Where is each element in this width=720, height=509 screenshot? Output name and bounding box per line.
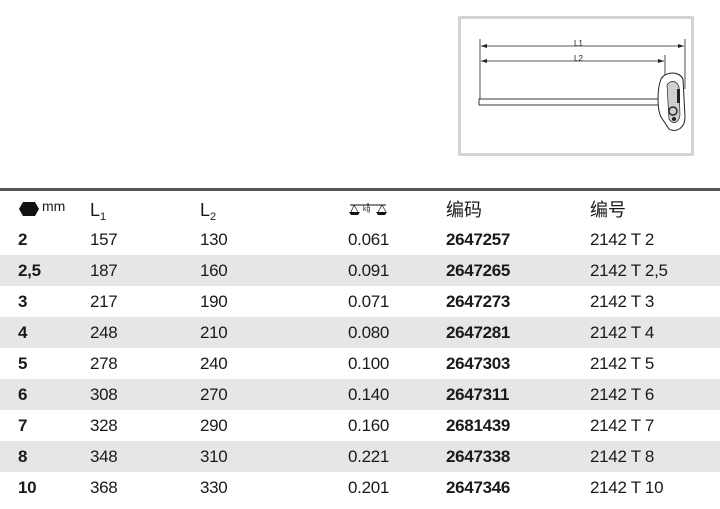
- code-cell: 2647281: [446, 323, 511, 342]
- number-header: 编号: [590, 200, 626, 220]
- weight-cell: 0.100: [348, 354, 390, 373]
- l1-cell: 187: [90, 261, 118, 280]
- number-cell: 2142 T 6: [590, 385, 655, 404]
- l1-cell: 308: [90, 385, 118, 404]
- size-cell: 5: [18, 354, 28, 373]
- l1-cell: 157: [90, 230, 118, 249]
- code-cell: 2647273: [446, 292, 511, 311]
- weight-cell: 0.061: [348, 230, 390, 249]
- table-row: 10 368 330 0.201 2647346 2142 T 10: [0, 472, 720, 503]
- table-row: 2 157 130 0.061 2647257 2142 T 2: [0, 224, 720, 255]
- size-cell: 4: [18, 323, 28, 342]
- size-cell: 3: [18, 292, 28, 311]
- number-cell: 2142 T 5: [590, 354, 655, 373]
- code-cell: 2681439: [446, 416, 511, 435]
- l1-cell: 217: [90, 292, 118, 311]
- l2-cell: 330: [200, 478, 228, 497]
- table-row: 5 278 240 0.100 2647303 2142 T 5: [0, 348, 720, 379]
- code-cell: 2647303: [446, 354, 511, 373]
- code-cell: 2647265: [446, 261, 511, 280]
- number-cell: 2142 T 3: [590, 292, 655, 311]
- code-cell: 2647257: [446, 230, 511, 249]
- size-cell: 7: [18, 416, 28, 435]
- l1-dimension-label: L1: [574, 39, 583, 48]
- size-unit-label: mm: [42, 198, 66, 214]
- table-top-rule: [0, 188, 720, 191]
- number-cell: 2142 T 7: [590, 416, 655, 435]
- code-cell: 2647311: [446, 385, 510, 404]
- l2-cell: 310: [200, 447, 228, 466]
- weight-cell: 0.140: [348, 385, 390, 404]
- l2-dimension-label: L2: [574, 54, 583, 63]
- number-cell: 2142 T 2: [590, 230, 655, 249]
- l2-cell: 190: [200, 292, 228, 311]
- table-row: 7 328 290 0.160 2681439 2142 T 7: [0, 410, 720, 441]
- code-header: 编码: [446, 200, 482, 220]
- l1-cell: 248: [90, 323, 118, 342]
- weight-cell: 0.221: [348, 447, 390, 466]
- table-row: 3 217 190 0.071 2647273 2142 T 3: [0, 286, 720, 317]
- hexagon-icon: [18, 201, 40, 222]
- dimension-diagram: L1 L2: [458, 16, 694, 156]
- table-row: 4 248 210 0.080 2647281 2142 T 4: [0, 317, 720, 348]
- l2-cell: 160: [200, 261, 228, 280]
- weight-cell: 0.071: [348, 292, 390, 311]
- l2-cell: 270: [200, 385, 228, 404]
- number-cell: 2142 T 8: [590, 447, 655, 466]
- l1-cell: 368: [90, 478, 118, 497]
- size-cell: 8: [18, 447, 28, 466]
- size-cell: 6: [18, 385, 28, 404]
- number-cell: 2142 T 4: [590, 323, 655, 342]
- weight-cell: 0.160: [348, 416, 390, 435]
- code-cell: 2647346: [446, 478, 511, 497]
- code-cell: 2647338: [446, 447, 511, 466]
- scale-icon: kg: [348, 202, 388, 223]
- l1-cell: 348: [90, 447, 118, 466]
- table-header: mm L1 L2 kg 编码 编号: [0, 192, 720, 224]
- number-cell: 2142 T 10: [590, 478, 664, 497]
- weight-cell: 0.080: [348, 323, 390, 342]
- l2-header: L2: [200, 200, 217, 223]
- l2-cell: 240: [200, 354, 228, 373]
- weight-cell: 0.201: [348, 478, 390, 497]
- l1-cell: 328: [90, 416, 118, 435]
- table-row: 8 348 310 0.221 2647338 2142 T 8: [0, 441, 720, 472]
- size-cell: 10: [18, 478, 37, 497]
- size-cell: 2: [18, 230, 28, 249]
- l2-cell: 210: [200, 323, 228, 342]
- l1-cell: 278: [90, 354, 118, 373]
- l2-cell: 290: [200, 416, 228, 435]
- l2-cell: 130: [200, 230, 228, 249]
- weight-unit-label: kg: [363, 206, 371, 213]
- l1-header: L1: [90, 200, 107, 223]
- table-row: 2,5 187 160 0.091 2647265 2142 T 2,5: [0, 255, 720, 286]
- weight-cell: 0.091: [348, 261, 390, 280]
- number-cell: 2142 T 2,5: [590, 261, 668, 280]
- table-row: 6 308 270 0.140 2647311 2142 T 6: [0, 379, 720, 410]
- size-cell: 2,5: [18, 261, 41, 280]
